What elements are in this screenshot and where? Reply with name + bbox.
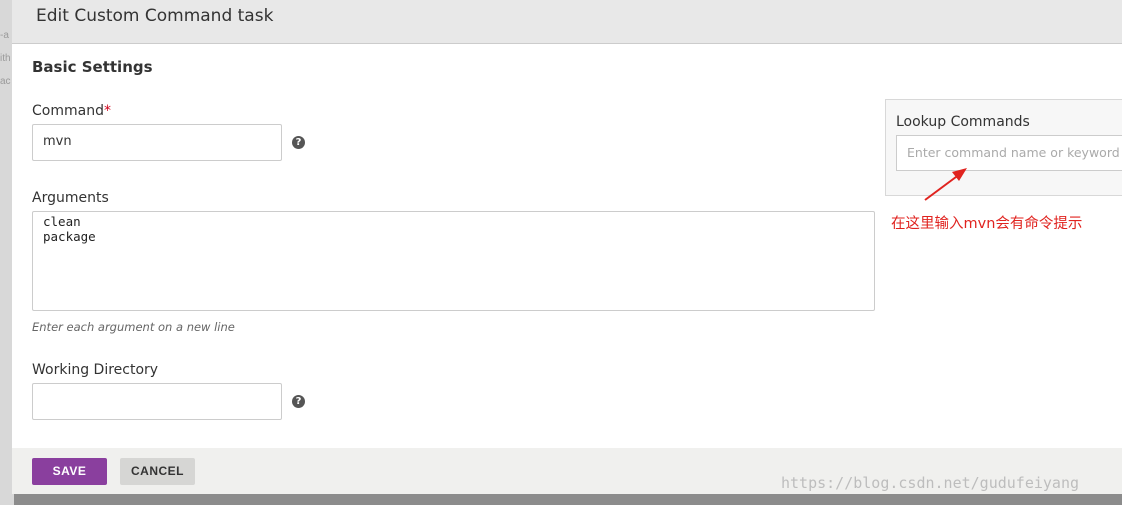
- annotation-note: 在这里输入mvn会有命令提示: [891, 216, 1083, 232]
- annotation-arrow-icon: [924, 168, 967, 201]
- watermark: https://blog.csdn.net/gudufeiyang: [781, 474, 1080, 492]
- edit-task-dialog: Edit Custom Command task Basic Settings …: [12, 0, 1122, 494]
- background-text-fragment: ac: [0, 76, 11, 87]
- background-text-fragment: ith: [0, 53, 11, 64]
- cancel-button[interactable]: CANCEL: [120, 458, 195, 485]
- save-button[interactable]: SAVE: [32, 458, 107, 485]
- background-text-fragment: -a: [0, 30, 9, 41]
